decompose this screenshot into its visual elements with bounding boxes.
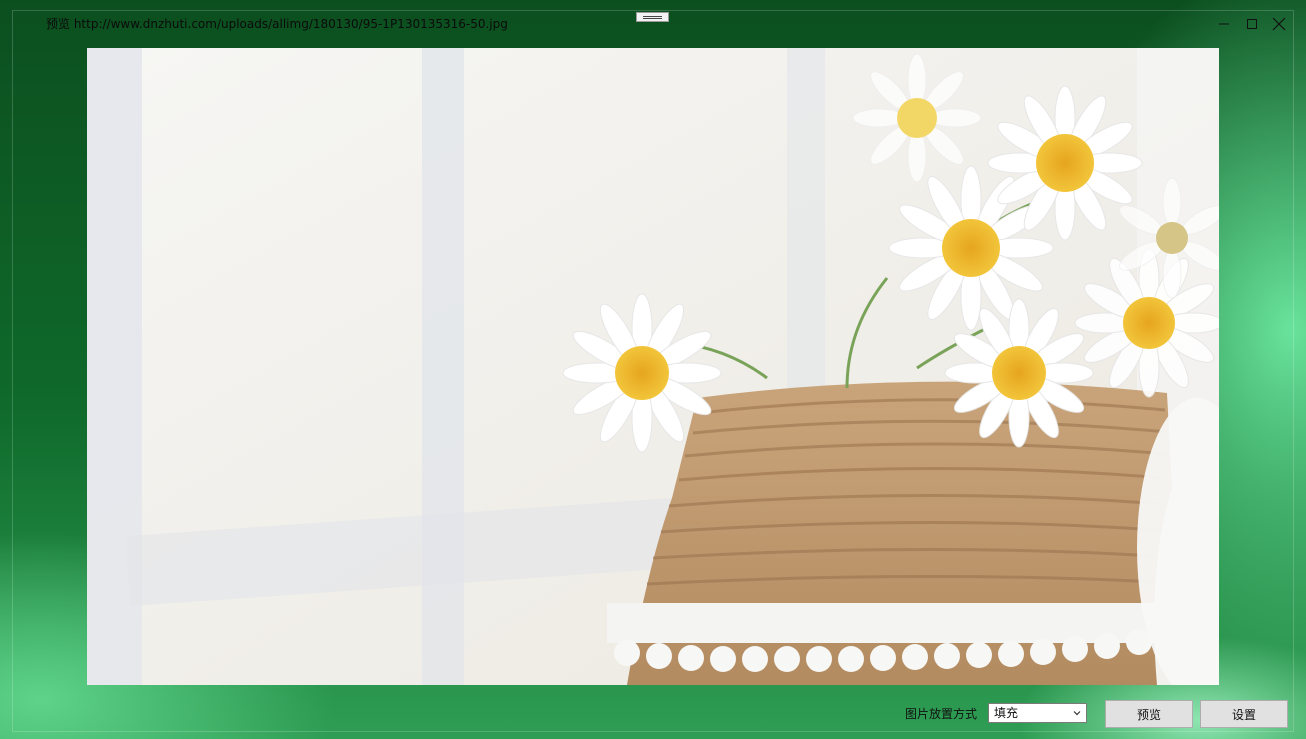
drag-handle-line (643, 18, 662, 19)
image-placement-label: 图片放置方式 (905, 707, 978, 721)
image-placement-select[interactable]: 填充 (988, 703, 1087, 723)
drag-handle-line (643, 16, 662, 17)
drag-handle[interactable] (636, 12, 669, 22)
window-title: 预览 http://www.dnzhuti.com/uploads/allimg… (46, 17, 508, 31)
close-button[interactable] (1267, 12, 1291, 36)
close-icon (1272, 17, 1286, 31)
maximize-icon (1247, 19, 1257, 29)
preview-button[interactable]: 预览 (1105, 700, 1193, 728)
settings-button[interactable]: 设置 (1200, 700, 1288, 728)
minimize-button[interactable] (1212, 12, 1236, 36)
minimize-icon (1219, 23, 1229, 25)
maximize-button[interactable] (1240, 12, 1264, 36)
chevron-down-icon (1073, 711, 1081, 716)
daisies-in-rope-vase-photo (87, 48, 1219, 685)
image-placement-value: 填充 (994, 706, 1019, 720)
preview-image (87, 48, 1219, 685)
